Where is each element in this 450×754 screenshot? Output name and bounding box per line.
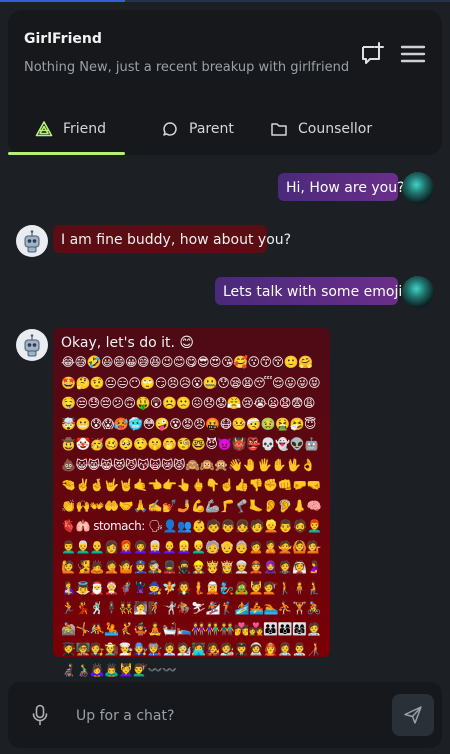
tab-parent-label: Parent: [189, 121, 234, 137]
hamburger-menu-icon: [400, 45, 426, 63]
tab-counsellor[interactable]: Counsellor: [270, 106, 372, 152]
send-button[interactable]: [392, 694, 434, 736]
tab-friend[interactable]: Friend: [35, 106, 106, 152]
tab-counsellor-label: Counsellor: [298, 121, 373, 137]
microphone-icon: [32, 704, 48, 726]
active-tab-indicator: [8, 152, 125, 155]
tab-friend-label: Friend: [63, 121, 107, 137]
tab-parent[interactable]: Parent: [161, 106, 234, 152]
chat-title: GirlFriend: [24, 31, 102, 47]
new-message-icon: [362, 42, 384, 64]
message-composer: [8, 682, 442, 748]
robot-icon: [24, 230, 40, 253]
persona-tabs: Friend Parent Counsellor: [8, 106, 442, 155]
emoji-list: 😂😅🤣😃😄😀😅😆😉😊😋😎😍😘🥰😗😙😚🙂🤗🤩🤔🤨😐😑😶🙄😏😣😥😮🤐😯😪😫😴😌😛😜😝…: [61, 355, 322, 677]
chat-subtitle: Nothing New, just a recent breakup with …: [24, 60, 350, 75]
send-icon: [404, 706, 422, 724]
chat-bubble-icon: [163, 122, 177, 136]
triangle-logo-icon: [35, 121, 53, 137]
new-chat-button[interactable]: [357, 40, 385, 68]
bot-avatar: [16, 329, 48, 361]
bot-avatar: [16, 225, 48, 257]
message-bubble-bot: I am fine buddy, how about you?: [53, 225, 291, 253]
robot-icon: [24, 334, 40, 357]
chat-input[interactable]: [74, 700, 378, 732]
message-bubble-user: Lets talk with some emojis .: [215, 277, 418, 305]
folder-icon: [271, 123, 287, 136]
message-text: Okay, let's do it. 😊: [61, 335, 195, 351]
mic-button[interactable]: [32, 704, 48, 726]
chat-header: GirlFriend Nothing New, just a recent br…: [8, 10, 442, 155]
message-bubble-user: Hi, How are you?: [278, 173, 405, 201]
menu-button[interactable]: [399, 40, 427, 68]
user-avatar: [402, 276, 434, 308]
top-progress-line: [0, 0, 450, 2]
message-bubble-bot-emojis: Okay, let's do it. 😊 😂😅🤣😃😄😀😅😆😉😊😋😎😍😘🥰😗😙😚🙂…: [53, 328, 330, 677]
user-avatar: [402, 172, 434, 204]
